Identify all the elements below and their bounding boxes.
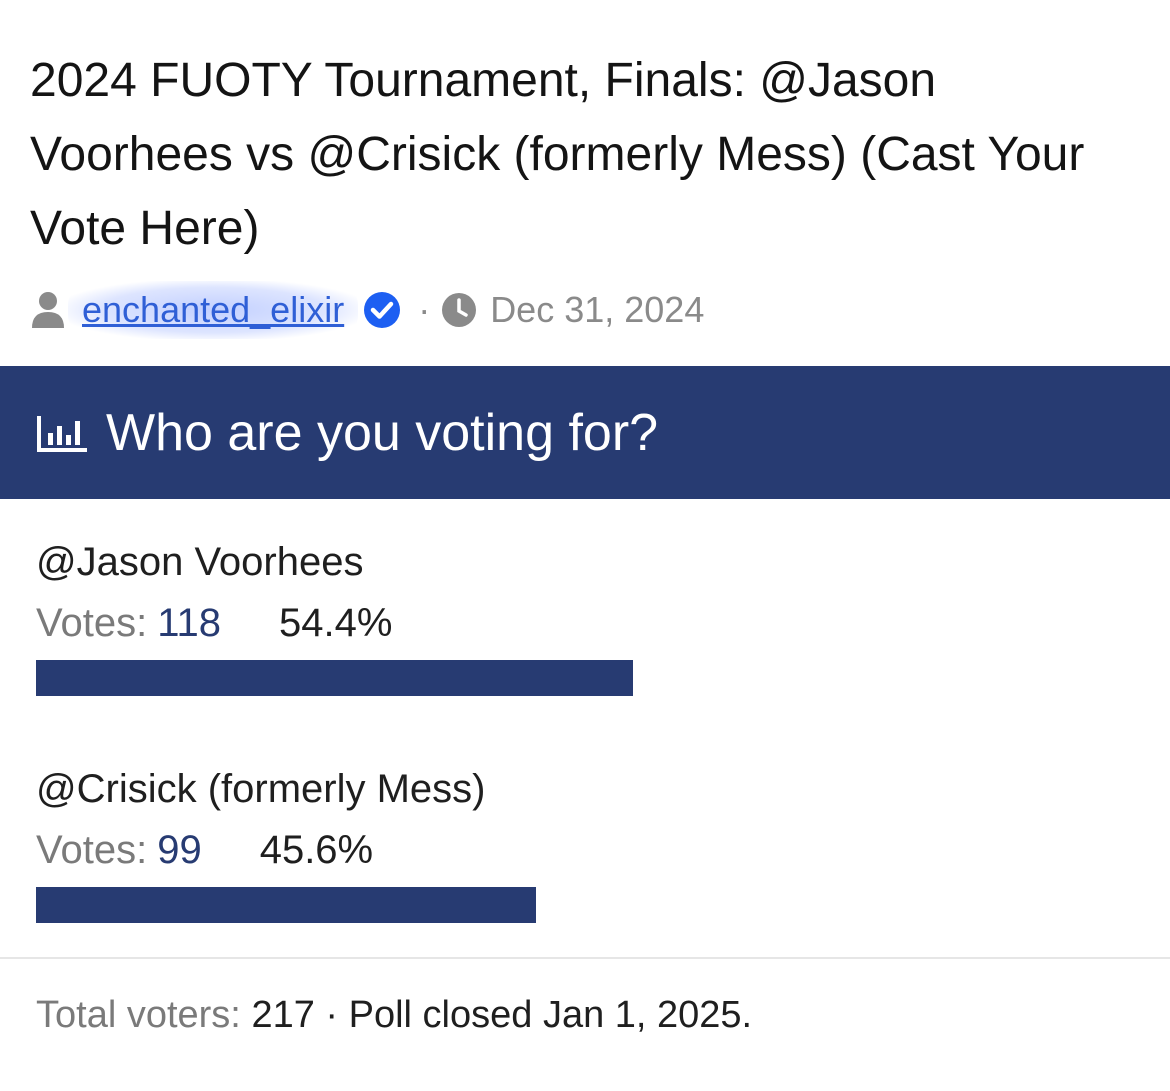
votes-label: Votes: (36, 828, 148, 872)
vote-bar-fill (36, 660, 633, 696)
user-icon (30, 290, 66, 330)
poll-question: Who are you voting for? (106, 403, 659, 462)
meta-separator: · (418, 289, 431, 330)
poll-option-name[interactable]: @Jason Voorhees (36, 540, 1136, 585)
poll-option-name[interactable]: @Crisick (formerly Mess) (36, 767, 1136, 812)
votes-percent: 54.4% (278, 601, 393, 645)
vote-bar-fill (36, 887, 536, 923)
clock-icon (440, 291, 478, 329)
votes-percent: 45.6% (259, 828, 374, 872)
poll-option: @Jason Voorhees Votes: 118 54.4% (36, 540, 1136, 696)
total-voters-label: Total voters: (36, 994, 241, 1036)
votes-count[interactable]: 99 (157, 828, 202, 873)
verified-check-icon (362, 290, 402, 330)
poll-option-votes: Votes: 99 45.6% (36, 828, 1136, 873)
post-date[interactable]: Dec 31, 2024 (490, 289, 704, 331)
poll-footer: Total voters: 217 · Poll closed Jan 1, 2… (36, 994, 752, 1037)
thread-title: 2024 FUOTY Tournament, Finals: @Jason Vo… (30, 54, 1085, 255)
votes-label: Votes: (36, 601, 148, 645)
footer-separator: · (325, 994, 339, 1036)
total-voters-value: 217 (251, 994, 315, 1036)
vote-bar-track (36, 887, 1134, 923)
poll-status: Poll closed Jan 1, 2025. (348, 994, 753, 1036)
poll-header: Who are you voting for? (0, 366, 1170, 499)
poll-option: @Crisick (formerly Mess) Votes: 99 45.6% (36, 767, 1136, 923)
footer-divider (0, 957, 1170, 959)
vote-bar-track (36, 660, 1134, 696)
poll-option-votes: Votes: 118 54.4% (36, 601, 1136, 646)
votes-count[interactable]: 118 (157, 601, 221, 646)
author-link[interactable]: enchanted_elixir (68, 281, 359, 339)
bar-chart-icon (36, 413, 90, 453)
thread-meta: enchanted_elixir · Dec 31, 2024 (30, 281, 704, 339)
